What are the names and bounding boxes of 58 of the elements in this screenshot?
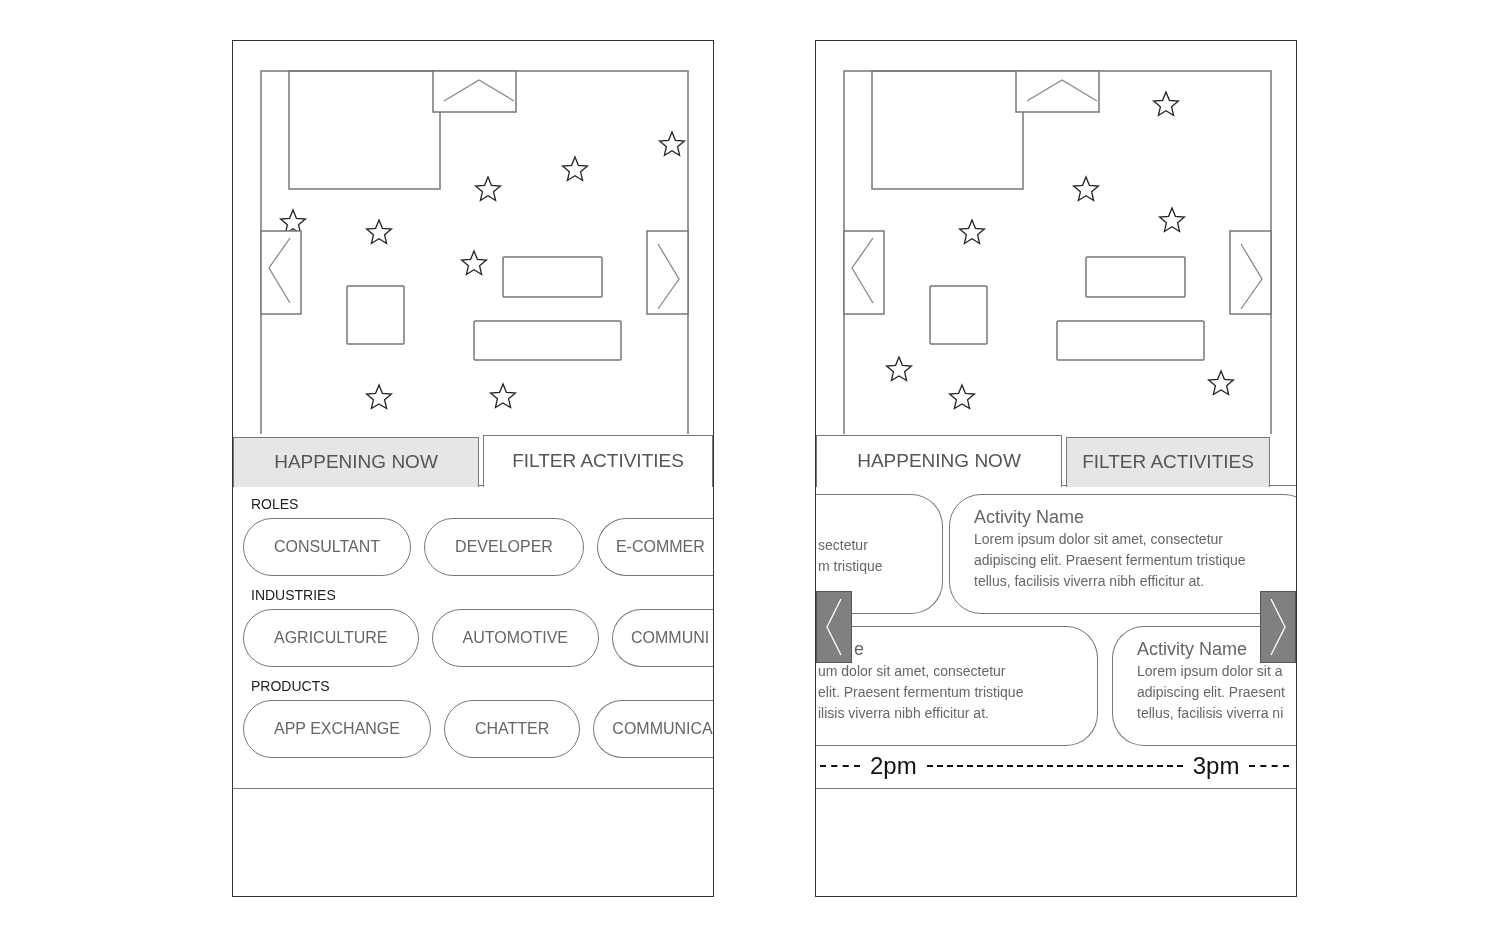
filter-chip[interactable]: CONSULTANT [243, 518, 412, 576]
tab[interactable]: FILTER ACTIVITIES [1066, 436, 1270, 487]
left-arrow-button[interactable] [260, 230, 302, 315]
section-heading: PRODUCTS [250, 679, 331, 693]
activity-description: Lorem ipsum dolor sit a [1137, 661, 1284, 681]
time-label: 2pm [870, 751, 917, 781]
filter-chip[interactable]: COMMUNI [612, 609, 713, 667]
star-icon[interactable] [658, 130, 686, 157]
activity-title: Activity Name [974, 507, 1086, 529]
right-arrow-button[interactable] [646, 230, 689, 315]
activity-title: e [853, 639, 865, 661]
timeline-line [1249, 765, 1290, 767]
tab[interactable]: HAPPENING NOW [233, 436, 479, 487]
star-icon[interactable] [948, 383, 976, 410]
chevron-left-icon [824, 596, 844, 658]
up-arrow-button[interactable] [432, 70, 517, 113]
star-icon[interactable] [489, 382, 517, 409]
activity-description: elit. Praesent fermentum tristique [818, 682, 1025, 702]
timeline-line [820, 765, 860, 767]
filter-chip[interactable]: AUTOMOTIVE [431, 609, 599, 667]
star-icon[interactable] [1158, 206, 1186, 233]
activity-description: Lorem ipsum dolor sit amet, consectetur [974, 529, 1224, 549]
star-icon[interactable] [460, 249, 488, 276]
up-arrow-button[interactable] [1015, 70, 1100, 113]
star-icon[interactable] [958, 218, 986, 245]
star-icon[interactable] [365, 383, 393, 410]
previous-button[interactable] [816, 591, 852, 663]
filter-chip[interactable]: DEVELOPER [424, 518, 584, 576]
star-icon[interactable] [561, 155, 589, 182]
star-icon[interactable] [885, 355, 913, 382]
activity-description: sectetur [818, 536, 869, 555]
filter-chip[interactable]: CHATTER [443, 700, 581, 758]
star-icon[interactable] [1072, 175, 1100, 202]
activity-description: ilisis viverra nibh efficitur at. [818, 703, 990, 723]
filter-chip[interactable]: COMMUNICA [593, 700, 713, 758]
activity-description: adipiscing elit. Praesent fermentum tristique [974, 550, 1247, 570]
activity-description: tellus, facilisis viverra ni [1137, 703, 1285, 723]
left-arrow-button[interactable] [843, 230, 885, 315]
chevron-right-icon [1268, 596, 1288, 658]
section-heading: INDUSTRIES [250, 588, 337, 602]
activity-title: Activity Name [1137, 639, 1249, 661]
activity-description: adipiscing elit. Praesent [1137, 682, 1286, 702]
activity-description: um dolor sit amet, consectetur [818, 661, 1007, 681]
filter-chip[interactable]: APP EXCHANGE [243, 700, 431, 758]
star-icon[interactable] [1207, 369, 1235, 396]
star-icon[interactable] [474, 175, 502, 202]
tab[interactable]: HAPPENING NOW [816, 434, 1062, 487]
star-icon[interactable] [1152, 90, 1180, 117]
time-label: 3pm [1192, 751, 1240, 781]
star-icon[interactable] [365, 218, 393, 245]
activity-description: m tristique [818, 557, 884, 576]
section-heading: ROLES [250, 497, 300, 511]
filter-chip[interactable]: E-COMMER [596, 518, 713, 576]
activity-description: tellus, facilisis viverra nibh efficitur at. [974, 571, 1206, 591]
right-arrow-button[interactable] [1229, 230, 1272, 315]
next-button[interactable] [1260, 591, 1296, 663]
filter-chip[interactable]: AGRICULTURE [243, 609, 419, 667]
tab[interactable]: FILTER ACTIVITIES [483, 434, 713, 487]
